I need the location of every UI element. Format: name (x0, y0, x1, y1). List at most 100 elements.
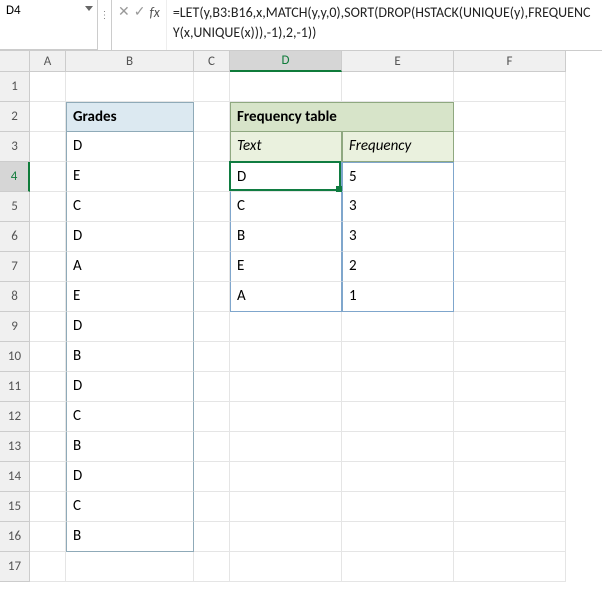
cell[interactable] (454, 432, 566, 462)
cell[interactable] (342, 492, 454, 522)
cell[interactable] (194, 282, 230, 312)
cell[interactable] (342, 402, 454, 432)
cell[interactable] (30, 102, 66, 132)
cell[interactable] (194, 402, 230, 432)
cell[interactable] (342, 522, 454, 552)
row-header[interactable]: 15 (0, 492, 30, 522)
row-header[interactable]: 16 (0, 522, 30, 552)
row-header[interactable]: 6 (0, 222, 30, 252)
cell[interactable] (30, 492, 66, 522)
cell[interactable] (194, 432, 230, 462)
row-header[interactable]: 12 (0, 402, 30, 432)
spreadsheet-grid[interactable]: A B C D E F 1 2 3 4 5 6 7 8 9 10 11 12 1… (0, 51, 602, 594)
freq-value-cell[interactable]: 3 (342, 222, 454, 252)
cell[interactable] (194, 462, 230, 492)
row-header[interactable]: 8 (0, 282, 30, 312)
cell[interactable] (194, 252, 230, 282)
cell[interactable] (342, 552, 454, 582)
grades-cell[interactable]: A (66, 252, 194, 282)
cell[interactable] (342, 312, 454, 342)
row-header[interactable]: 4 (0, 162, 30, 192)
cell[interactable] (230, 342, 342, 372)
grades-cell[interactable]: D (66, 462, 194, 492)
freq-value-cell[interactable]: 1 (342, 282, 454, 312)
row-header[interactable]: 3 (0, 132, 30, 162)
cell[interactable] (66, 72, 194, 102)
row-header[interactable]: 7 (0, 252, 30, 282)
cell[interactable] (454, 132, 566, 162)
cell[interactable] (194, 72, 230, 102)
grades-cell[interactable]: B (66, 522, 194, 552)
cell[interactable] (454, 102, 566, 132)
cell[interactable] (194, 222, 230, 252)
cell[interactable] (454, 252, 566, 282)
cell[interactable] (454, 312, 566, 342)
cell[interactable] (194, 102, 230, 132)
cell[interactable] (454, 522, 566, 552)
cell[interactable] (454, 282, 566, 312)
row-header[interactable]: 9 (0, 312, 30, 342)
cell[interactable] (454, 492, 566, 522)
cell[interactable] (194, 552, 230, 582)
row-header[interactable]: 11 (0, 372, 30, 402)
frequency-subheader-text[interactable]: Text (230, 132, 342, 162)
chevron-down-icon[interactable] (85, 6, 93, 11)
col-header-b[interactable]: B (66, 51, 194, 72)
col-header-c[interactable]: C (194, 51, 230, 72)
cell[interactable] (194, 492, 230, 522)
cell[interactable] (30, 72, 66, 102)
col-header-d[interactable]: D (230, 51, 342, 72)
cell[interactable] (30, 132, 66, 162)
cancel-icon[interactable]: ✕ (118, 4, 130, 20)
cell[interactable] (454, 72, 566, 102)
freq-text-cell[interactable]: E (230, 252, 342, 282)
cell[interactable] (30, 192, 66, 222)
cell[interactable] (194, 162, 230, 192)
cell[interactable] (342, 72, 454, 102)
cell[interactable] (454, 222, 566, 252)
cell[interactable] (454, 402, 566, 432)
grades-cell[interactable]: E (66, 282, 194, 312)
cell[interactable] (230, 522, 342, 552)
cell[interactable] (454, 192, 566, 222)
freq-text-cell[interactable]: A (230, 282, 342, 312)
fx-icon[interactable]: fx (149, 4, 159, 21)
cell[interactable] (194, 312, 230, 342)
cell[interactable] (454, 342, 566, 372)
cell[interactable] (194, 372, 230, 402)
cell[interactable] (30, 312, 66, 342)
cell[interactable] (30, 522, 66, 552)
cell[interactable] (230, 72, 342, 102)
cell[interactable] (30, 162, 66, 192)
cell[interactable] (66, 552, 194, 582)
row-header[interactable]: 17 (0, 552, 30, 582)
grades-cell[interactable]: C (66, 402, 194, 432)
frequency-title[interactable]: Frequency table (230, 102, 454, 132)
cell[interactable] (342, 372, 454, 402)
cell[interactable] (454, 372, 566, 402)
row-header[interactable]: 2 (0, 102, 30, 132)
col-header-a[interactable]: A (30, 51, 66, 72)
cell[interactable] (30, 462, 66, 492)
freq-value-cell[interactable]: 5 (342, 162, 454, 192)
formula-input[interactable]: =LET(y,B3:B16,x,MATCH(y,y,0),SORT(DROP(H… (167, 0, 602, 50)
cell[interactable] (194, 522, 230, 552)
cell[interactable] (342, 462, 454, 492)
freq-text-cell[interactable]: C (230, 192, 342, 222)
grades-cell[interactable]: D (66, 132, 194, 162)
cell[interactable] (30, 432, 66, 462)
cell[interactable] (342, 342, 454, 372)
cell[interactable] (30, 222, 66, 252)
grades-cell[interactable]: B (66, 432, 194, 462)
freq-value-cell[interactable]: 2 (342, 252, 454, 282)
frequency-subheader-freq[interactable]: Frequency (342, 132, 454, 162)
cell[interactable] (230, 462, 342, 492)
formula-bar-expand-icon[interactable]: ⋮ (98, 0, 112, 50)
freq-text-cell[interactable]: D (230, 162, 342, 192)
freq-text-cell[interactable]: B (230, 222, 342, 252)
row-header[interactable]: 13 (0, 432, 30, 462)
freq-value-cell[interactable]: 3 (342, 192, 454, 222)
cell[interactable] (230, 492, 342, 522)
grades-cell[interactable]: D (66, 312, 194, 342)
grades-cell[interactable]: D (66, 372, 194, 402)
